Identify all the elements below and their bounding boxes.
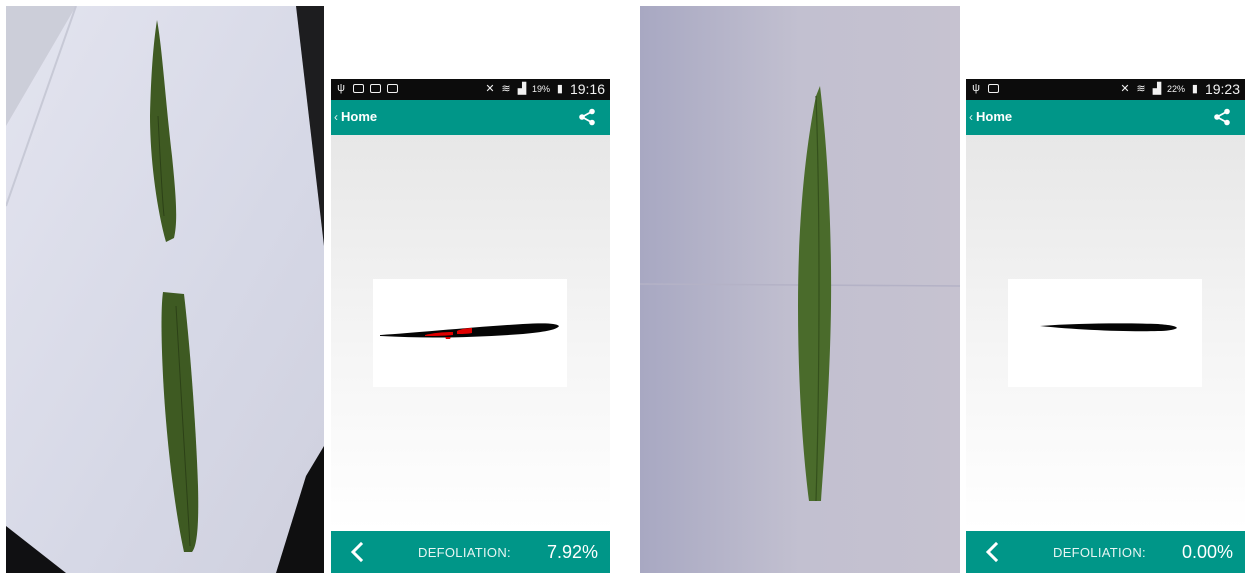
share-icon[interactable] (1213, 108, 1231, 126)
clock: 19:23 (1204, 81, 1240, 97)
defoliation-label: DEFOLIATION: (418, 545, 511, 560)
home-back-link[interactable]: ‹ Home (334, 109, 377, 124)
home-back-link[interactable]: ‹ Home (969, 109, 1012, 124)
chevron-left-icon: ‹ (969, 109, 973, 124)
segmented-leaf-image (1008, 279, 1202, 387)
back-arrow-icon[interactable] (984, 540, 1000, 564)
wifi-icon: ≋ (501, 82, 511, 95)
defoliation-label: DEFOLIATION: (1053, 545, 1146, 560)
mute-icon: ✕ (1120, 82, 1130, 95)
app-bar: ‹ Home (331, 100, 610, 135)
voicemail-icon (387, 84, 398, 93)
battery-icon: ▮ (1191, 82, 1198, 95)
battery-percent: 22% (1166, 84, 1185, 94)
bottom-bar: DEFOLIATION: 0.00% (966, 531, 1245, 573)
chevron-left-icon: ‹ (334, 109, 338, 124)
home-label: Home (341, 109, 378, 124)
status-bar: ψ ✕ ≋ ▟ 22% ▮ 19:23 (966, 79, 1245, 100)
mute-icon: ✕ (485, 82, 495, 95)
phone-screen: ψ ✕ ≋ ▟ 22% ▮ 19:23 ‹ Home DEFOLIATION: … (966, 79, 1245, 573)
voicemail-icon (988, 84, 999, 93)
result-area (966, 135, 1245, 531)
usb-icon: ψ (972, 82, 980, 94)
signal-icon: ▟ (1152, 82, 1162, 95)
clock: 19:16 (569, 81, 605, 97)
back-arrow-icon[interactable] (349, 540, 365, 564)
usb-icon: ψ (337, 82, 345, 94)
bottom-bar: DEFOLIATION: 7.92% (331, 531, 610, 573)
gallery-icon (370, 84, 381, 93)
defoliation-value: 7.92% (546, 542, 598, 562)
instagram-icon (353, 84, 364, 93)
status-bar: ψ ✕ ≋ ▟ 19% ▮ 19:16 (331, 79, 610, 100)
battery-icon: ▮ (556, 82, 563, 95)
share-icon[interactable] (578, 108, 596, 126)
defoliation-value: 0.00% (1181, 542, 1233, 562)
home-label: Home (976, 109, 1013, 124)
segmented-leaf-image (373, 279, 567, 387)
signal-icon: ▟ (517, 82, 527, 95)
result-area (331, 135, 610, 531)
battery-percent: 19% (531, 84, 550, 94)
app-bar: ‹ Home (966, 100, 1245, 135)
leaf-photo-damaged (6, 6, 324, 573)
leaf-photo-healthy (640, 6, 960, 573)
wifi-icon: ≋ (1136, 82, 1146, 95)
phone-screen: ψ ✕ ≋ ▟ 19% ▮ 19:16 ‹ Home DEFOLIATION: … (331, 79, 610, 573)
